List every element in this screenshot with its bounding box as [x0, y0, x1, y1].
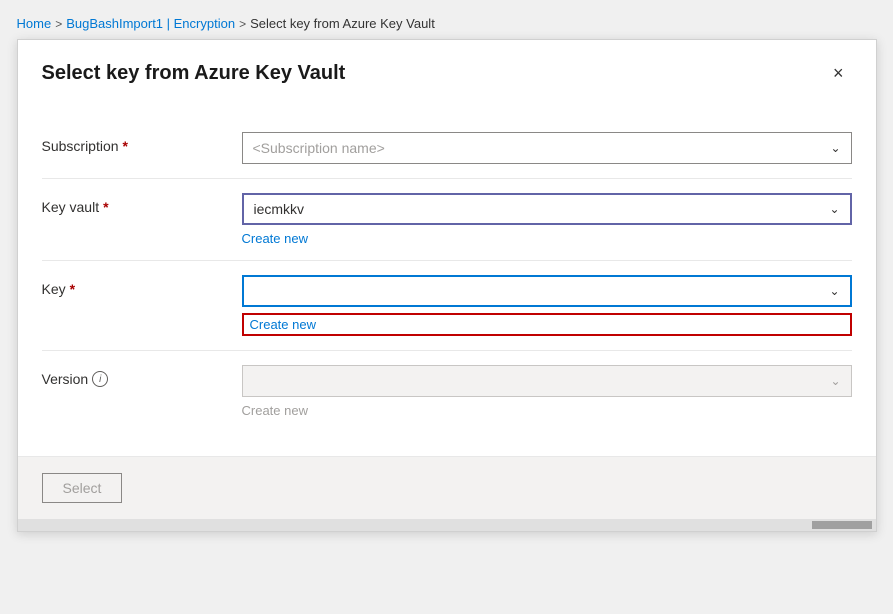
- subscription-label: Subscription *: [42, 132, 242, 154]
- key-chevron-icon: ⌄: [829, 284, 839, 298]
- key-vault-row: Key vault * iecmkkv ⌄ Create new: [42, 179, 852, 261]
- version-chevron-icon: ⌄: [830, 374, 840, 388]
- version-create-new: Create new: [242, 403, 852, 418]
- key-vault-value: iecmkkv: [254, 201, 305, 217]
- subscription-control: <Subscription name> ⌄: [242, 132, 852, 164]
- breadcrumb: Home > BugBashImport1 | Encryption > Sel…: [17, 10, 877, 39]
- key-dropdown[interactable]: ⌄: [242, 275, 852, 307]
- scrollbar-thumb: [812, 521, 872, 529]
- breadcrumb-link1[interactable]: BugBashImport1 | Encryption: [66, 16, 235, 31]
- key-required: *: [70, 281, 75, 297]
- key-vault-control: iecmkkv ⌄ Create new: [242, 193, 852, 246]
- subscription-dropdown[interactable]: <Subscription name> ⌄: [242, 132, 852, 164]
- key-vault-create-new[interactable]: Create new: [242, 231, 852, 246]
- subscription-row: Subscription * <Subscription name> ⌄: [42, 118, 852, 179]
- breadcrumb-sep1: >: [55, 17, 62, 31]
- version-label: Version i: [42, 365, 242, 387]
- subscription-required: *: [123, 138, 128, 154]
- subscription-chevron-icon: ⌄: [830, 141, 840, 155]
- version-dropdown: ⌄: [242, 365, 852, 397]
- key-label: Key *: [42, 275, 242, 297]
- dialog-header: Select key from Azure Key Vault ×: [18, 40, 876, 102]
- key-create-new[interactable]: Create new: [242, 313, 852, 336]
- scrollbar[interactable]: [18, 519, 876, 531]
- key-control: ⌄ Create new: [242, 275, 852, 336]
- key-row: Key * ⌄ Create new: [42, 261, 852, 351]
- dialog-title: Select key from Azure Key Vault: [42, 62, 346, 85]
- key-vault-dropdown[interactable]: iecmkkv ⌄: [242, 193, 852, 225]
- dialog: Select key from Azure Key Vault × Subscr…: [17, 39, 877, 532]
- breadcrumb-home[interactable]: Home: [17, 16, 52, 31]
- dialog-footer: Select: [18, 456, 876, 519]
- page-wrapper: Home > BugBashImport1 | Encryption > Sel…: [0, 0, 893, 614]
- select-button[interactable]: Select: [42, 473, 123, 503]
- breadcrumb-sep2: >: [239, 17, 246, 31]
- key-vault-chevron-icon: ⌄: [829, 202, 839, 216]
- key-vault-required: *: [103, 199, 108, 215]
- version-row: Version i ⌄ Create new: [42, 351, 852, 432]
- breadcrumb-current: Select key from Azure Key Vault: [250, 16, 435, 31]
- version-info-icon[interactable]: i: [92, 371, 108, 387]
- subscription-placeholder: <Subscription name>: [253, 140, 385, 156]
- close-button[interactable]: ×: [825, 60, 852, 86]
- dialog-body: Subscription * <Subscription name> ⌄ Key…: [18, 102, 876, 456]
- version-control: ⌄ Create new: [242, 365, 852, 418]
- key-vault-label: Key vault *: [42, 193, 242, 215]
